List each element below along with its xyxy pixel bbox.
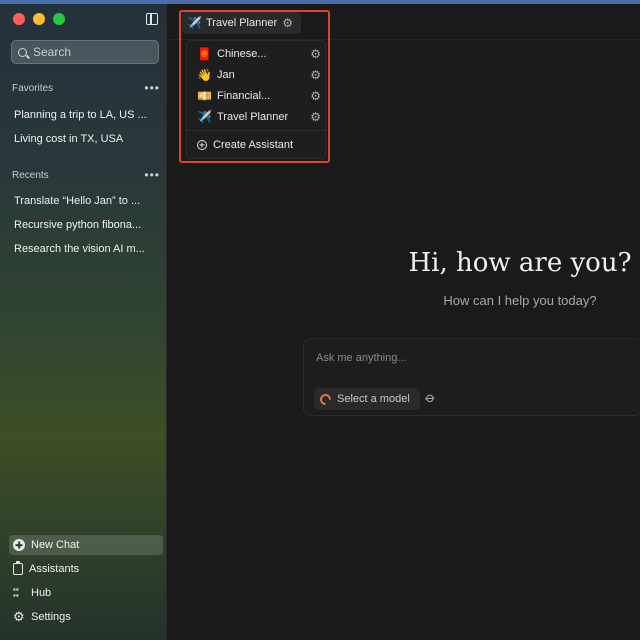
assistant-selector-button[interactable]: ✈️ Travel Planner ⚙ bbox=[182, 12, 301, 34]
nav-label: Settings bbox=[31, 611, 71, 623]
dropdown-divider bbox=[187, 130, 325, 131]
nav-label: Assistants bbox=[29, 563, 80, 575]
airplane-icon: ✈️ bbox=[197, 110, 212, 124]
nav-label: Hub bbox=[31, 587, 52, 599]
create-assistant-label: Create Assistant bbox=[213, 139, 294, 151]
close-window-button[interactable] bbox=[13, 13, 25, 25]
window-controls bbox=[13, 13, 65, 25]
nav-hub[interactable]: Hub bbox=[9, 583, 163, 603]
assistant-settings-gear-icon[interactable]: ⚙ bbox=[282, 16, 293, 30]
dropdown-item-financial[interactable]: 💴 Financial... ⚙ bbox=[197, 87, 321, 105]
clipboard-icon bbox=[13, 561, 23, 575]
search-box[interactable] bbox=[11, 40, 159, 64]
favorites-label: Favorites bbox=[12, 82, 54, 94]
dropdown-item-travel-planner[interactable]: ✈️ Travel Planner ⚙ bbox=[197, 108, 321, 126]
nav-settings[interactable]: ⚙ Settings bbox=[9, 607, 163, 627]
recent-item[interactable]: Research the vision AI m... bbox=[14, 243, 154, 255]
favorites-more-icon[interactable]: ••• bbox=[144, 82, 160, 94]
select-model-button[interactable]: Select a model bbox=[314, 388, 420, 410]
favorite-item[interactable]: Living cost in TX, USA bbox=[14, 133, 154, 145]
dropdown-item-label: Travel Planner bbox=[217, 111, 289, 123]
gear-icon[interactable]: ⚙ bbox=[310, 47, 321, 61]
assistant-dropdown: 🧧 Chinese... ⚙ 👋 Jan ⚙ 💴 Financial... ⚙ … bbox=[186, 40, 326, 159]
gear-icon[interactable]: ⚙ bbox=[310, 89, 321, 103]
sidebar-toggle-icon[interactable] bbox=[146, 13, 158, 25]
gear-icon: ⚙ bbox=[13, 609, 25, 624]
greeting-title: Hi, how are you? bbox=[408, 248, 632, 278]
recent-item[interactable]: Recursive python fibona... bbox=[14, 219, 154, 231]
nav-assistants[interactable]: Assistants bbox=[9, 559, 163, 579]
dropdown-item-jan[interactable]: 👋 Jan ⚙ bbox=[197, 66, 321, 84]
gear-icon[interactable]: ⚙ bbox=[310, 110, 321, 124]
favorites-header: Favorites ••• bbox=[12, 82, 160, 94]
select-model-label: Select a model bbox=[337, 393, 410, 405]
create-assistant-button[interactable]: Create Assistant bbox=[197, 136, 321, 154]
model-icon bbox=[317, 391, 334, 407]
assistant-name: Travel Planner bbox=[206, 17, 278, 29]
plus-circle-icon bbox=[197, 140, 207, 150]
dropdown-item-label: Jan bbox=[217, 69, 235, 81]
dropdown-item-label: Financial... bbox=[217, 90, 271, 102]
airplane-icon: ✈️ bbox=[187, 16, 202, 30]
dropdown-item-chinese[interactable]: 🧧 Chinese... ⚙ bbox=[197, 45, 321, 63]
recents-more-icon[interactable]: ••• bbox=[144, 169, 160, 181]
search-input[interactable] bbox=[33, 45, 143, 59]
minimize-window-button[interactable] bbox=[33, 13, 45, 25]
dropdown-item-label: Chinese... bbox=[217, 48, 267, 60]
red-envelope-icon: 🧧 bbox=[197, 47, 212, 61]
favorite-item[interactable]: Planning a trip to LA, US ... bbox=[14, 109, 154, 121]
plus-circle-icon bbox=[13, 539, 25, 551]
gear-icon[interactable]: ⚙ bbox=[310, 68, 321, 82]
grid-icon bbox=[13, 587, 25, 599]
maximize-window-button[interactable] bbox=[53, 13, 65, 25]
nav-label: New Chat bbox=[31, 539, 80, 551]
waving-hand-icon: 👋 bbox=[197, 68, 212, 82]
banknote-icon: 💴 bbox=[197, 89, 212, 103]
recents-header: Recents ••• bbox=[12, 169, 160, 181]
recents-label: Recents bbox=[12, 169, 49, 181]
nav-new-chat[interactable]: New Chat bbox=[9, 535, 163, 555]
recent-item[interactable]: Translate “Hello Jan” to ... bbox=[14, 195, 154, 207]
greeting-subtitle: How can I help you today? bbox=[443, 293, 597, 308]
chat-input[interactable] bbox=[316, 352, 616, 364]
search-icon bbox=[18, 47, 27, 57]
